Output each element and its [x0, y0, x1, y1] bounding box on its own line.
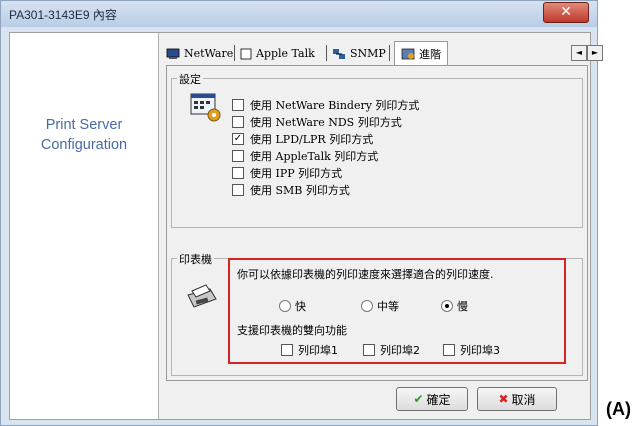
port-1-label: 列印埠1 [298, 344, 338, 357]
option-checkbox[interactable] [232, 99, 244, 111]
option-smb[interactable]: 使用 SMB 列印方式 [232, 182, 350, 198]
ok-label: 確定 [426, 392, 451, 407]
tab-apple-talk[interactable]: Apple Talk [240, 43, 315, 64]
radio-button[interactable] [279, 300, 291, 312]
print-server-configuration-label: Print Server Configuration [10, 115, 158, 155]
port-3-label: 列印埠3 [460, 344, 500, 357]
tab-scroll-right-button[interactable]: ► [587, 45, 603, 61]
option-ipp[interactable]: 使用 IPP 列印方式 [232, 165, 342, 181]
port-checkbox[interactable] [443, 344, 455, 356]
settings-group-title: 設定 [177, 71, 203, 87]
settings-group: 設定 使用 NetWare Bindery 列印方式 使用 NetWare ND… [171, 71, 583, 228]
label-line-2: Configuration [40, 137, 128, 153]
figure-label: (A) [606, 399, 631, 419]
option-checkbox[interactable] [232, 184, 244, 196]
option-lpd-lpr[interactable]: ✓ 使用 LPD/LPR 列印方式 [232, 131, 373, 147]
advanced-tab-page: 設定 使用 NetWare Bindery 列印方式 使用 NetWare ND… [166, 65, 588, 381]
label-line-1: Print Server [45, 117, 123, 133]
tab-advanced[interactable]: 進階 [394, 41, 448, 65]
port-checkbox[interactable] [363, 344, 375, 356]
option-label: 使用 IPP 列印方式 [250, 167, 343, 180]
tab-scroll-left-button[interactable]: ◄ [571, 45, 587, 61]
tab-apple-talk-label: Apple Talk [256, 47, 315, 60]
option-checkbox[interactable]: ✓ [232, 133, 244, 145]
title-bar: PA301-3143E9 內容 ✕ [1, 1, 597, 27]
left-panel: Print Server Configuration [10, 33, 159, 419]
advanced-icon [401, 48, 415, 59]
network-icon [166, 48, 180, 59]
cancel-label: 取消 [511, 392, 536, 407]
speed-slow[interactable]: 慢 [441, 298, 468, 314]
cancel-button[interactable]: ✖ 取消 [477, 387, 557, 411]
option-label: 使用 AppleTalk 列印方式 [250, 150, 379, 163]
option-label: 使用 NetWare Bindery 列印方式 [250, 99, 420, 112]
cross-icon: ✖ [498, 392, 509, 406]
radio-button-selected[interactable] [441, 300, 453, 312]
tab-netware[interactable]: NetWare [166, 43, 233, 64]
option-label: 使用 LPD/LPR 列印方式 [250, 133, 374, 146]
option-checkbox[interactable] [232, 167, 244, 179]
apple-talk-icon [240, 48, 252, 59]
option-checkbox[interactable] [232, 150, 244, 162]
speed-slow-label: 慢 [457, 300, 468, 313]
speed-medium-label: 中等 [377, 300, 399, 313]
printer-group-title: 印表機 [177, 251, 214, 267]
option-netware-bindery[interactable]: 使用 NetWare Bindery 列印方式 [232, 97, 419, 113]
tab-strip: NetWare Apple Talk SNMP 進階 ◄ ► [166, 41, 603, 65]
speed-fast-label: 快 [295, 300, 306, 313]
tab-snmp[interactable]: SNMP [332, 43, 386, 64]
speed-medium[interactable]: 中等 [361, 298, 399, 314]
tab-advanced-label: 進階 [419, 47, 441, 61]
port-2[interactable]: 列印埠2 [363, 342, 420, 358]
port-2-label: 列印埠2 [380, 344, 420, 357]
bidirectional-label: 支援印表機的雙向功能 [237, 324, 347, 337]
check-icon: ✔ [413, 392, 424, 406]
option-label: 使用 NetWare NDS 列印方式 [250, 116, 402, 129]
option-netware-nds[interactable]: 使用 NetWare NDS 列印方式 [232, 114, 402, 130]
port-1[interactable]: 列印埠1 [281, 342, 338, 358]
port-3[interactable]: 列印埠3 [443, 342, 500, 358]
properties-dialog: PA301-3143E9 內容 ✕ Print Server Configura… [0, 0, 603, 426]
option-appletalk[interactable]: 使用 AppleTalk 列印方式 [232, 148, 378, 164]
tab-scroll-arrows: ◄ ► [571, 45, 603, 61]
snmp-icon [333, 48, 345, 59]
tab-snmp-label: SNMP [350, 47, 386, 60]
close-button[interactable]: ✕ [543, 2, 589, 23]
tab-netware-label: NetWare [184, 47, 234, 60]
speed-fast[interactable]: 快 [279, 298, 306, 314]
settings-icon [190, 93, 221, 122]
ok-button[interactable]: ✔ 確定 [396, 387, 468, 411]
option-checkbox[interactable] [232, 116, 244, 128]
speed-description: 你可以依據印表機的列印速度來選擇適合的列印速度. [237, 268, 494, 281]
printer-icon [187, 284, 217, 308]
option-label: 使用 SMB 列印方式 [250, 184, 350, 197]
port-checkbox[interactable] [281, 344, 293, 356]
dialog-client-area: Print Server Configuration NetWare Apple… [9, 32, 603, 420]
radio-button[interactable] [361, 300, 373, 312]
window-title: PA301-3143E9 內容 [9, 8, 117, 22]
